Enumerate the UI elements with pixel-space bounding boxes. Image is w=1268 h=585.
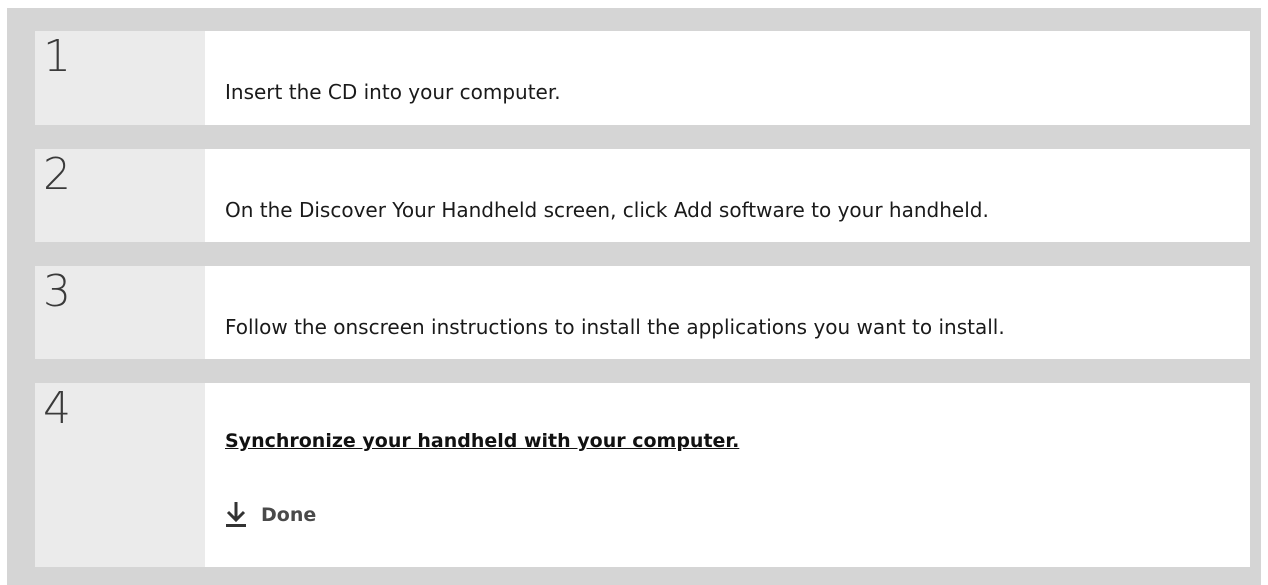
step-content: Follow the onscreen instructions to inst…: [205, 266, 1250, 359]
down-arrow-icon: [226, 502, 246, 527]
step-text: Insert the CD into your computer.: [225, 80, 561, 104]
step-2: 2 On the Discover Your Handheld screen, …: [35, 149, 1250, 242]
step-number: 4: [43, 383, 71, 434]
step-number: 2: [43, 149, 71, 200]
step-text: Follow the onscreen instructions to inst…: [225, 315, 1005, 339]
step-4: 4 Synchronize your handheld with your co…: [35, 383, 1250, 567]
synchronize-link[interactable]: Synchronize your handheld with your comp…: [225, 430, 739, 452]
done-label: Done: [261, 504, 317, 526]
step-text: On the Discover Your Handheld screen, cl…: [225, 198, 989, 222]
step-content: On the Discover Your Handheld screen, cl…: [205, 149, 1250, 242]
step-1: 1 Insert the CD into your computer.: [35, 31, 1250, 125]
step-number: 3: [43, 266, 71, 317]
steps-panel: 1 Insert the CD into your computer. 2 On…: [7, 8, 1261, 585]
step-content: Synchronize your handheld with your comp…: [205, 383, 1250, 567]
step-number: 1: [43, 31, 71, 82]
done-indicator: Done: [225, 501, 316, 529]
step-content: Insert the CD into your computer.: [205, 31, 1250, 125]
step-3: 3 Follow the onscreen instructions to in…: [35, 266, 1250, 359]
